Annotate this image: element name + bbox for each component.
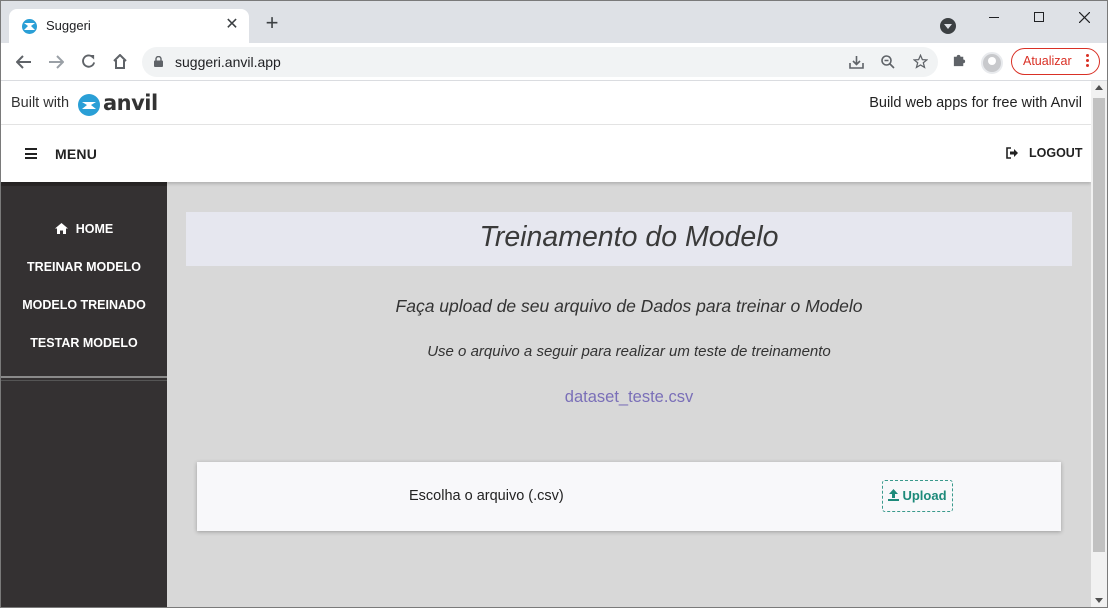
tab-close-icon[interactable]: ✕ <box>223 16 241 34</box>
browser-toolbar: suggeri.anvil.app Atualizar <box>1 43 1107 81</box>
install-app-icon[interactable] <box>846 52 866 72</box>
page-viewport: Built with anvil Build web apps for free… <box>1 81 1091 607</box>
window-close-button[interactable] <box>1061 1 1107 31</box>
upload-icon <box>888 489 900 501</box>
dataset-download-link: dataset_teste.csv <box>167 388 1091 407</box>
choose-file-label: Escolha o arquivo (.csv) <box>409 488 564 504</box>
forward-arrow-icon[interactable] <box>45 51 67 73</box>
sidebar-item-label: HOME <box>75 222 114 236</box>
logout-label: LOGOUT <box>1029 146 1083 160</box>
sidebar-nav: HOME TREINAR MODELO MODELO TREINADO TEST… <box>1 212 167 364</box>
kebab-menu-icon <box>1086 54 1089 69</box>
anvil-banner[interactable]: Built with anvil Build web apps for free… <box>1 81 1091 125</box>
address-bar[interactable]: suggeri.anvil.app <box>142 47 938 77</box>
dataset-link-text[interactable]: dataset_teste.csv <box>565 388 693 406</box>
main-content: Treinamento do Modelo Faça upload de seu… <box>167 182 1091 607</box>
sidebar-item-label: TESTAR MODELO <box>30 336 138 350</box>
title-panel: Treinamento do Modelo <box>186 212 1072 266</box>
built-with-text: Built with <box>11 95 70 111</box>
home-icon <box>54 223 68 234</box>
upload-button[interactable]: Upload <box>882 480 953 512</box>
sidebar-item-modelo-treinado[interactable]: MODELO TREINADO <box>1 288 167 326</box>
window-maximize-button[interactable] <box>1016 1 1062 31</box>
bookmark-star-icon[interactable] <box>910 52 930 72</box>
sidebar-item-testar-modelo[interactable]: TESTAR MODELO <box>1 326 167 364</box>
back-arrow-icon[interactable] <box>13 51 35 73</box>
test-file-hint: Use o arquivo a seguir para realizar um … <box>427 343 831 360</box>
anvil-logo: anvil <box>78 91 158 116</box>
url-text: suggeri.anvil.app <box>175 54 281 70</box>
build-web-apps-link[interactable]: Build web apps for free with Anvil <box>869 95 1082 111</box>
sidebar-item-label: TREINAR MODELO <box>27 260 141 274</box>
menu-button[interactable]: MENU <box>55 146 97 162</box>
scroll-up-arrow-icon[interactable] <box>1095 85 1103 90</box>
window-minimize-button[interactable] <box>971 1 1017 31</box>
anvil-logo-text: anvil <box>103 91 158 115</box>
lock-icon <box>154 56 163 67</box>
tab-title: Suggeri <box>46 18 91 33</box>
sign-out-icon <box>1006 147 1018 159</box>
zoom-icon[interactable] <box>878 52 898 72</box>
sidebar-item-treinar-modelo[interactable]: TREINAR MODELO <box>1 250 167 288</box>
page-title: Treinamento do Modelo <box>479 221 779 253</box>
sidebar-lower-panel <box>1 381 167 607</box>
scrollbar-thumb[interactable] <box>1093 98 1105 552</box>
upload-instructions: Faça upload de seu arquivo de Dados para… <box>395 296 863 316</box>
app-navbar: MENU LOGOUT <box>1 125 1091 182</box>
new-tab-button[interactable]: + <box>263 12 281 34</box>
tab-strip: Suggeri ✕ + <box>1 1 1107 43</box>
sidebar-item-label: MODELO TREINADO <box>22 298 146 312</box>
upload-button-label: Upload <box>902 488 947 503</box>
upload-card: Escolha o arquivo (.csv) Upload <box>197 462 1061 531</box>
browser-tab[interactable]: Suggeri ✕ <box>9 9 249 43</box>
sidebar-item-home[interactable]: HOME <box>1 212 167 250</box>
sidebar-top-edge <box>1 182 167 186</box>
anvil-logo-icon <box>78 94 100 116</box>
page-scrollbar[interactable] <box>1091 81 1107 607</box>
reload-icon[interactable] <box>77 51 99 73</box>
anvil-favicon-icon <box>22 19 37 34</box>
profile-avatar[interactable] <box>981 52 1003 74</box>
scroll-down-arrow-icon[interactable] <box>1095 598 1103 603</box>
update-browser-label: Atualizar <box>1023 54 1072 68</box>
tab-search-dropdown-icon[interactable] <box>940 18 956 34</box>
hamburger-menu-icon[interactable] <box>25 148 37 159</box>
sidebar: HOME TREINAR MODELO MODELO TREINADO TEST… <box>1 182 167 607</box>
browser-window: Suggeri ✕ + suggeri.anvil.app Atualizar … <box>0 0 1108 608</box>
home-browser-icon[interactable] <box>109 51 131 73</box>
update-browser-button[interactable]: Atualizar <box>1011 48 1100 75</box>
extensions-puzzle-icon[interactable] <box>949 52 969 72</box>
